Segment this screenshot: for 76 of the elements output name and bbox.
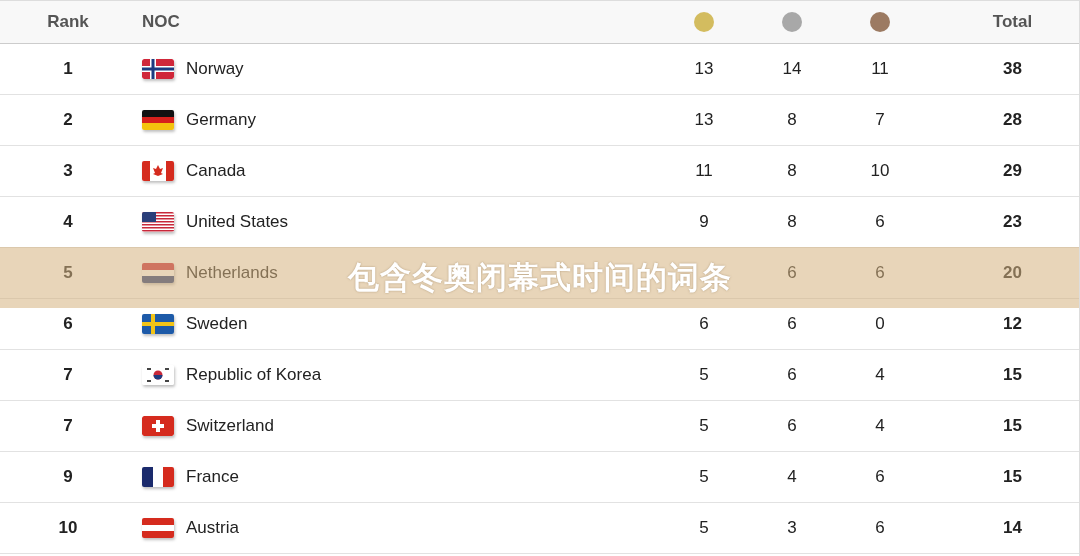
medal-count: 0 [875, 314, 885, 334]
medal-count: 5 [699, 416, 709, 436]
rank-cell-text: 2 [62, 110, 74, 130]
country-name: United States [186, 212, 289, 232]
flag-icon [142, 110, 174, 130]
rank-cell-text: 4 [62, 212, 74, 232]
medal-count: 5 [699, 518, 709, 538]
medal-icon [782, 12, 802, 32]
medal-count: 6 [875, 212, 885, 232]
total-cell-text: 29 [1002, 161, 1023, 181]
medal-count: 6 [875, 518, 885, 538]
rank-cell-text: 10 [57, 518, 79, 538]
medal-count: 6 [875, 263, 885, 283]
medal-count: 8 [787, 212, 797, 232]
total-cell-text: 14 [1002, 518, 1023, 538]
total-cell-text: 12 [1002, 314, 1023, 334]
rank-cell-text: 7 [62, 365, 74, 385]
medal-count: 13 [694, 110, 714, 130]
medal-count: 6 [699, 314, 709, 334]
medal-count: 14 [782, 59, 802, 79]
rank-cell-text: 7 [62, 416, 74, 436]
medal-count: 11 [871, 59, 889, 79]
medal-count: 13 [694, 59, 714, 79]
country-name: Austria [186, 518, 239, 538]
country-name: Switzerland [186, 416, 274, 436]
flag-icon [142, 212, 174, 232]
column-header: Total [991, 12, 1034, 32]
medal-count: 4 [875, 365, 885, 385]
medal-count: 5 [699, 365, 709, 385]
rank-cell-text: 5 [62, 263, 74, 283]
flag-icon [142, 518, 174, 538]
flag-icon [142, 467, 174, 487]
flag-icon [142, 161, 174, 181]
rank-cell-text: 6 [62, 314, 74, 334]
medal-count: 8 [787, 161, 797, 181]
medal-count: 7 [875, 110, 885, 130]
total-cell-text: 20 [1002, 263, 1023, 283]
total-cell-text: 15 [1002, 365, 1023, 385]
total-cell-text: 15 [1002, 416, 1023, 436]
rank-cell-text: 3 [62, 161, 74, 181]
flag-icon [142, 314, 174, 334]
flag-icon [142, 59, 174, 79]
medal-count: 4 [875, 416, 885, 436]
medal-count: 6 [787, 365, 797, 385]
medal-count: 6 [787, 416, 797, 436]
medal-count: 5 [699, 467, 709, 487]
medal-count: 6 [787, 314, 797, 334]
medal-icon [870, 12, 890, 32]
country-name: France [186, 467, 239, 487]
country-name: Republic of Korea [186, 365, 322, 385]
medal-icon [694, 12, 714, 32]
medal-count: 10 [870, 161, 890, 181]
flag-icon [142, 263, 174, 283]
medal-count: 8 [787, 110, 797, 130]
rank-cell-text: 9 [62, 467, 74, 487]
medal-count: 3 [787, 518, 797, 538]
country-name: Netherlands [186, 263, 278, 283]
total-cell-text: 28 [1002, 110, 1023, 130]
country-name: Canada [186, 161, 246, 181]
medal-count: 11 [695, 161, 713, 181]
total-cell-text: 15 [1002, 467, 1023, 487]
country-name: Sweden [186, 314, 248, 334]
total-cell-text: 38 [1002, 59, 1023, 79]
medal-count: 6 [787, 263, 797, 283]
rank-cell-text: 1 [62, 59, 74, 79]
column-header: Rank [46, 12, 90, 32]
flag-icon [142, 416, 174, 436]
country-name: Germany [186, 110, 256, 130]
flag-icon [142, 365, 174, 385]
medal-count: 9 [699, 212, 709, 232]
column-header: NOC [141, 12, 181, 32]
banner-title: 包含冬奥闭幕式时间的词条 [347, 257, 732, 297]
medal-count: 6 [875, 467, 885, 487]
medal-count: 4 [787, 467, 797, 487]
total-cell-text: 23 [1002, 212, 1023, 232]
country-name: Norway [186, 59, 244, 79]
